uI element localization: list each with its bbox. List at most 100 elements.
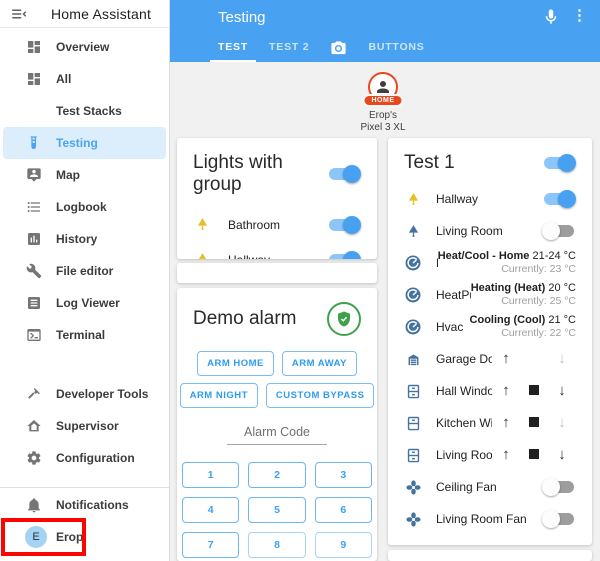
app-title: Home Assistant [51, 6, 151, 22]
group-toggle[interactable] [327, 164, 361, 184]
thermostat-icon[interactable] [404, 254, 422, 272]
sidebar-item-developer-tools[interactable]: Developer Tools [0, 378, 169, 410]
card-title: Lights with group [193, 152, 327, 196]
entity-row-living-room-window: Living Room Wi.. ↑ ↓ [404, 439, 576, 471]
thermostat-icon[interactable] [404, 318, 422, 336]
keypad-6[interactable]: 6 [315, 497, 372, 523]
gear-icon [25, 449, 43, 467]
keypad-9[interactable]: 9 [315, 532, 372, 558]
sidebar-item-testing[interactable]: Testing [3, 127, 166, 159]
climate-state[interactable]: Heat/Cool - Home 21-24 °C Currently: 23 … [438, 250, 576, 276]
main-area: Testing ⋮ TEST TEST 2 BUTTONS HOME Erop'… [170, 0, 600, 561]
sidebar-item-supervisor[interactable]: Supervisor [0, 410, 169, 442]
cover-stop-button[interactable] [520, 446, 548, 464]
sidebar-item-configuration[interactable]: Configuration [0, 442, 169, 474]
entity-toggle[interactable] [542, 189, 576, 209]
cover-close-button[interactable]: ↓ [548, 414, 576, 432]
sidebar-item-overview[interactable]: Overview [0, 31, 169, 63]
list-bulleted-icon [25, 198, 43, 216]
keypad-4[interactable]: 4 [182, 497, 239, 523]
person-name: Erop's Pixel 3 XL [323, 110, 443, 133]
tab-camera[interactable] [322, 34, 355, 62]
sidebar-item-map[interactable]: Map [0, 159, 169, 191]
entity-toggle[interactable] [327, 215, 361, 235]
sidebar-item-profile[interactable]: E Erop [0, 521, 169, 553]
overflow-menu-icon[interactable]: ⋮ [572, 7, 587, 25]
person-name-line1: Erop's [323, 110, 443, 122]
keypad-5[interactable]: 5 [248, 497, 305, 523]
menu-toggle-icon[interactable] [9, 4, 29, 24]
lamp-icon[interactable] [193, 216, 211, 234]
lamp-icon[interactable] [193, 251, 211, 260]
tab-test-2[interactable]: TEST 2 [261, 35, 317, 62]
climate-state[interactable]: Cooling (Cool) 21 °C Currently: 22 °C [470, 314, 576, 340]
sidebar-item-test-stacks[interactable]: Test Stacks [0, 95, 169, 127]
keypad-8[interactable]: 8 [248, 532, 305, 558]
cover-stop-button[interactable] [520, 382, 548, 400]
entity-label: HeatPump [436, 288, 471, 302]
microphone-icon[interactable] [542, 8, 560, 26]
sidebar-item-logbook[interactable]: Logbook [0, 191, 169, 223]
entity-toggle[interactable] [327, 250, 361, 260]
arm-away-button[interactable]: ARM AWAY [282, 351, 357, 376]
cover-close-button[interactable]: ↓ [548, 350, 576, 368]
tab-test[interactable]: TEST [210, 35, 256, 62]
alarm-code-input[interactable]: Alarm Code [227, 425, 327, 445]
wrench-icon [25, 262, 43, 280]
entity-row-heatpump: HeatPump Heating (Heat) 20 °C Currently:… [404, 279, 576, 311]
keypad-3[interactable]: 3 [315, 462, 372, 488]
sidebar-item-label: Logbook [56, 200, 107, 214]
entity-toggle[interactable] [542, 477, 576, 497]
cover-open-button[interactable]: ↑ [492, 382, 520, 400]
cover-open-button[interactable]: ↑ [492, 350, 520, 368]
climate-state[interactable]: Heating (Heat) 20 °C Currently: 25 °C [471, 282, 576, 308]
sidebar-item-terminal[interactable]: Terminal [0, 319, 169, 351]
group-toggle[interactable] [542, 153, 576, 173]
cover-close-button[interactable]: ↓ [548, 382, 576, 400]
arm-night-button[interactable]: ARM NIGHT [180, 383, 258, 408]
cover-stop-slot-empty [520, 350, 548, 368]
no-icon [25, 102, 43, 120]
window-icon[interactable] [404, 414, 422, 432]
thermostat-icon[interactable] [404, 286, 422, 304]
sidebar-header: Home Assistant [0, 0, 169, 28]
entity-toggle[interactable] [542, 509, 576, 529]
sidebar-nav: Overview All Test Stacks Testing Map Log… [0, 28, 169, 553]
keypad-1[interactable]: 1 [182, 462, 239, 488]
sidebar-item-label: History [56, 232, 97, 246]
fan-icon[interactable] [404, 478, 422, 496]
sidebar-item-label: Log Viewer [56, 296, 120, 310]
arm-home-button[interactable]: ARM HOME [197, 351, 274, 376]
person-badge[interactable]: HOME Erop's Pixel 3 XL [170, 62, 600, 136]
cover-controls: ↑ ↓ [492, 382, 576, 400]
card-title: Demo alarm [193, 308, 296, 330]
cover-open-button[interactable]: ↑ [492, 414, 520, 432]
custom-bypass-button[interactable]: CUSTOM BYPASS [266, 383, 375, 408]
cover-stop-button[interactable] [520, 414, 548, 432]
entity-row-hallway: Hallway [193, 242, 361, 259]
window-icon[interactable] [404, 382, 422, 400]
climate-mode: Heat/Cool - Home [438, 250, 530, 262]
entity-row-ecobee: Ecobee Heat/Cool - Home 21-24 °C Current… [404, 247, 576, 279]
entity-label: Garage Door [436, 352, 492, 366]
climate-currently: Currently: 22 °C [470, 327, 576, 340]
sidebar-item-all[interactable]: All [0, 63, 169, 95]
fan-icon[interactable] [404, 510, 422, 528]
keypad-7[interactable]: 7 [182, 532, 239, 558]
sidebar-item-log-viewer[interactable]: Log Viewer [0, 287, 169, 319]
alarm-state-badge [327, 302, 361, 336]
sidebar-item-history[interactable]: History [0, 223, 169, 255]
entity-toggle[interactable] [542, 221, 576, 241]
lamp-icon[interactable] [404, 190, 422, 208]
sidebar-item-label: Supervisor [56, 419, 119, 433]
cover-close-button[interactable]: ↓ [548, 446, 576, 464]
cover-open-button[interactable]: ↑ [492, 446, 520, 464]
keypad-2[interactable]: 2 [248, 462, 305, 488]
sidebar-item-notifications[interactable]: Notifications [0, 489, 169, 521]
sidebar-item-file-editor[interactable]: File editor [0, 255, 169, 287]
climate-currently: Currently: 23 °C [438, 263, 576, 276]
lamp-icon[interactable] [404, 222, 422, 240]
tab-buttons[interactable]: BUTTONS [360, 35, 432, 62]
window-icon[interactable] [404, 446, 422, 464]
garage-icon[interactable] [404, 350, 422, 368]
